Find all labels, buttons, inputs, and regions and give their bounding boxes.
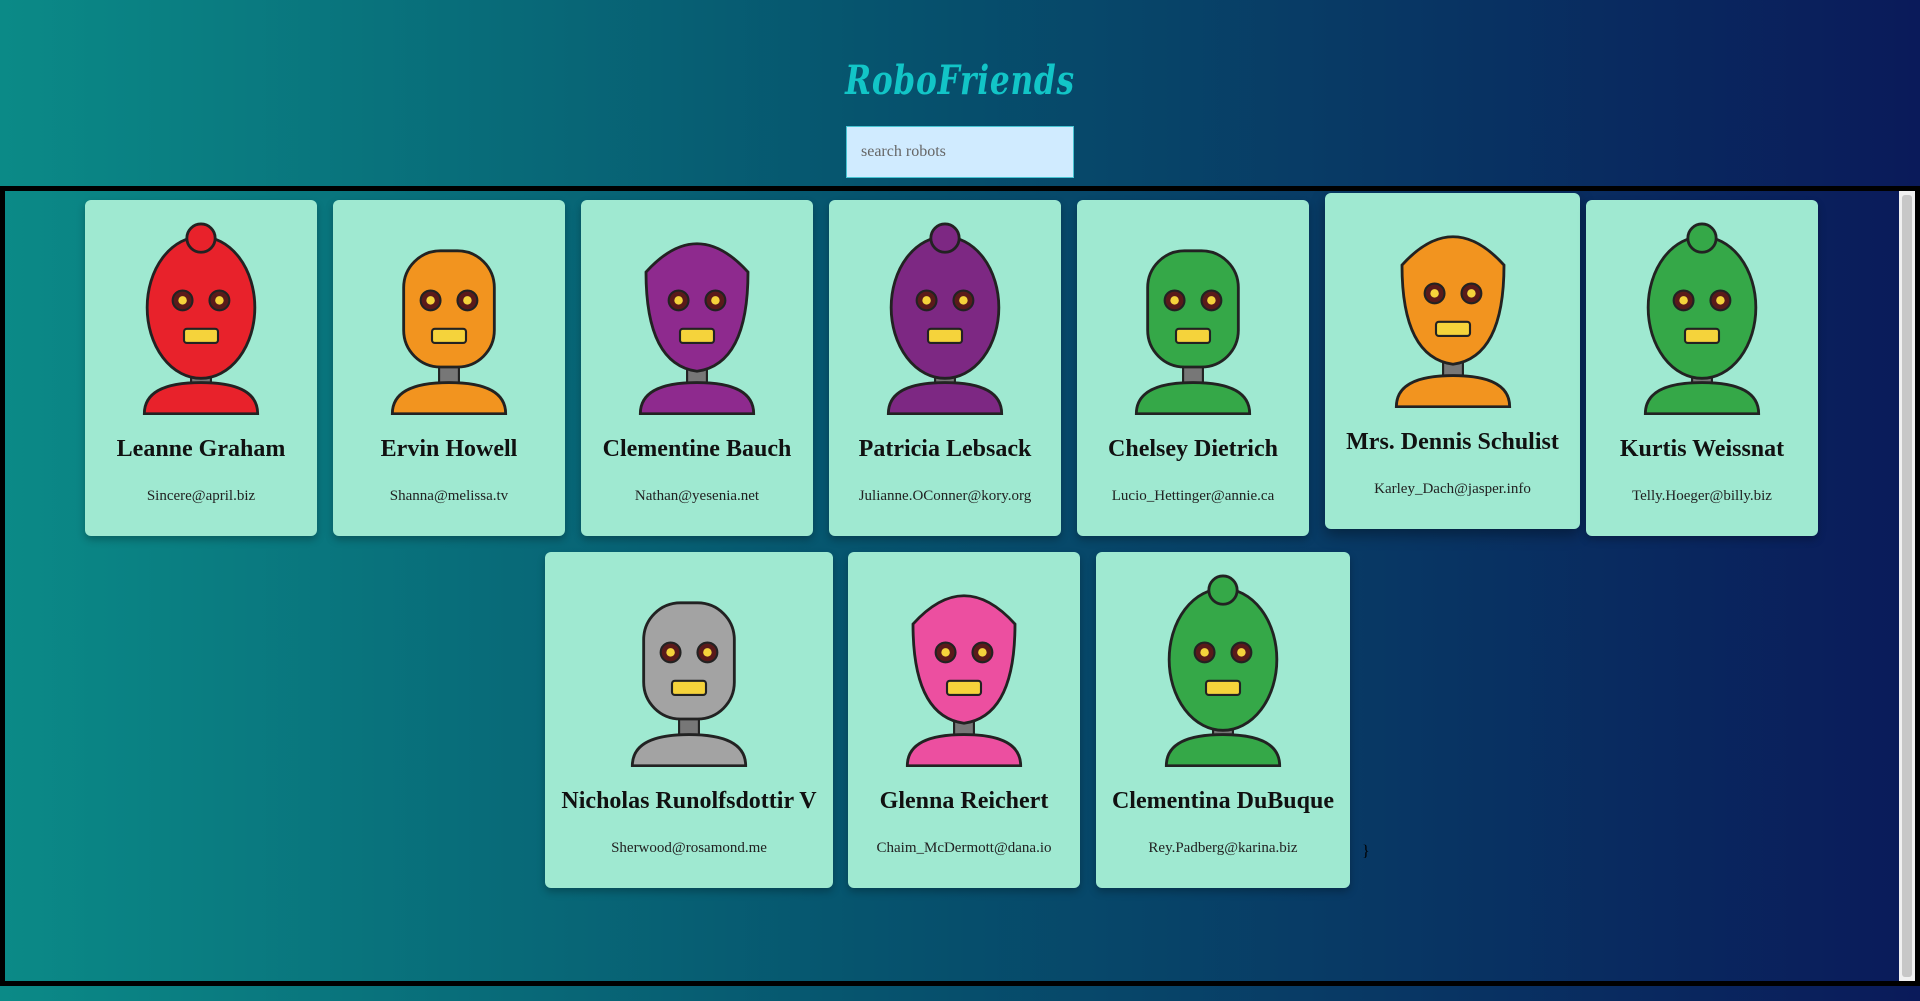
scrollbar-thumb[interactable] bbox=[1902, 195, 1912, 977]
robot-name: Ervin Howell bbox=[380, 436, 518, 462]
robot-email: Julianne.OConner@kory.org bbox=[858, 488, 1032, 504]
robot-avatar-icon bbox=[638, 242, 756, 415]
robot-avatar-icon bbox=[1164, 574, 1282, 767]
search-input[interactable] bbox=[846, 126, 1074, 178]
robot-avatar-icon bbox=[1394, 235, 1511, 408]
robot-avatar-icon bbox=[886, 222, 1004, 415]
robot-card[interactable]: Ervin Howell Shanna@melissa.tv bbox=[333, 200, 565, 536]
robot-card[interactable]: Clementine Bauch Nathan@yesenia.net bbox=[581, 200, 813, 536]
robot-list-scroll-area[interactable]: Leanne Graham Sincere@april.biz Ervin Ho… bbox=[0, 186, 1920, 986]
robot-avatar-icon bbox=[142, 222, 260, 415]
stray-brace-text: } bbox=[1362, 843, 1370, 860]
robot-avatar-icon bbox=[630, 601, 748, 767]
robot-avatar-icon bbox=[1643, 222, 1761, 415]
robot-name: Mrs. Dennis Schulist bbox=[1346, 429, 1559, 455]
robot-name: Glenna Reichert bbox=[879, 788, 1049, 814]
robot-name: Leanne Graham bbox=[116, 436, 286, 462]
robot-email: Sincere@april.biz bbox=[146, 488, 256, 504]
robot-card[interactable]: Leanne Graham Sincere@april.biz bbox=[85, 200, 317, 536]
robot-card[interactable]: Nicholas Runolfsdottir V Sherwood@rosamo… bbox=[545, 552, 833, 888]
robot-avatar-icon bbox=[905, 594, 1023, 767]
robot-avatar-icon bbox=[1134, 249, 1252, 415]
vertical-scrollbar[interactable] bbox=[1899, 191, 1915, 981]
robot-email: Sherwood@rosamond.me bbox=[611, 840, 767, 856]
robot-email: Chaim_McDermott@dana.io bbox=[876, 840, 1052, 856]
robot-card[interactable]: Glenna Reichert Chaim_McDermott@dana.io bbox=[848, 552, 1080, 888]
robot-card[interactable]: Clementina DuBuque Rey.Padberg@karina.bi… bbox=[1096, 552, 1350, 888]
robot-card[interactable]: Chelsey Dietrich Lucio_Hettinger@annie.c… bbox=[1077, 200, 1309, 536]
robot-email: Nathan@yesenia.net bbox=[634, 488, 760, 504]
robot-email: Rey.Padberg@karina.biz bbox=[1148, 840, 1298, 856]
robot-email: Lucio_Hettinger@annie.ca bbox=[1111, 488, 1275, 504]
robot-name: Chelsey Dietrich bbox=[1108, 436, 1278, 462]
robot-name: Kurtis Weissnat bbox=[1619, 436, 1785, 462]
robot-name: Patricia Lebsack bbox=[858, 436, 1032, 462]
robot-name: Nicholas Runolfsdottir V bbox=[561, 788, 817, 814]
robot-avatar-icon bbox=[390, 249, 508, 415]
robot-card[interactable]: Patricia Lebsack Julianne.OConner@kory.o… bbox=[829, 200, 1061, 536]
robot-card[interactable]: Mrs. Dennis Schulist Karley_Dach@jasper.… bbox=[1325, 193, 1580, 529]
robot-email: Karley_Dach@jasper.info bbox=[1374, 481, 1531, 497]
robot-name: Clementine Bauch bbox=[602, 436, 792, 462]
robot-email: Telly.Hoeger@billy.biz bbox=[1632, 488, 1772, 504]
robot-name: Clementina DuBuque bbox=[1111, 788, 1335, 814]
robot-card[interactable]: Kurtis Weissnat Telly.Hoeger@billy.biz bbox=[1586, 200, 1818, 536]
app-title: RoboFriends bbox=[845, 56, 1075, 104]
robot-email: Shanna@melissa.tv bbox=[389, 488, 509, 504]
